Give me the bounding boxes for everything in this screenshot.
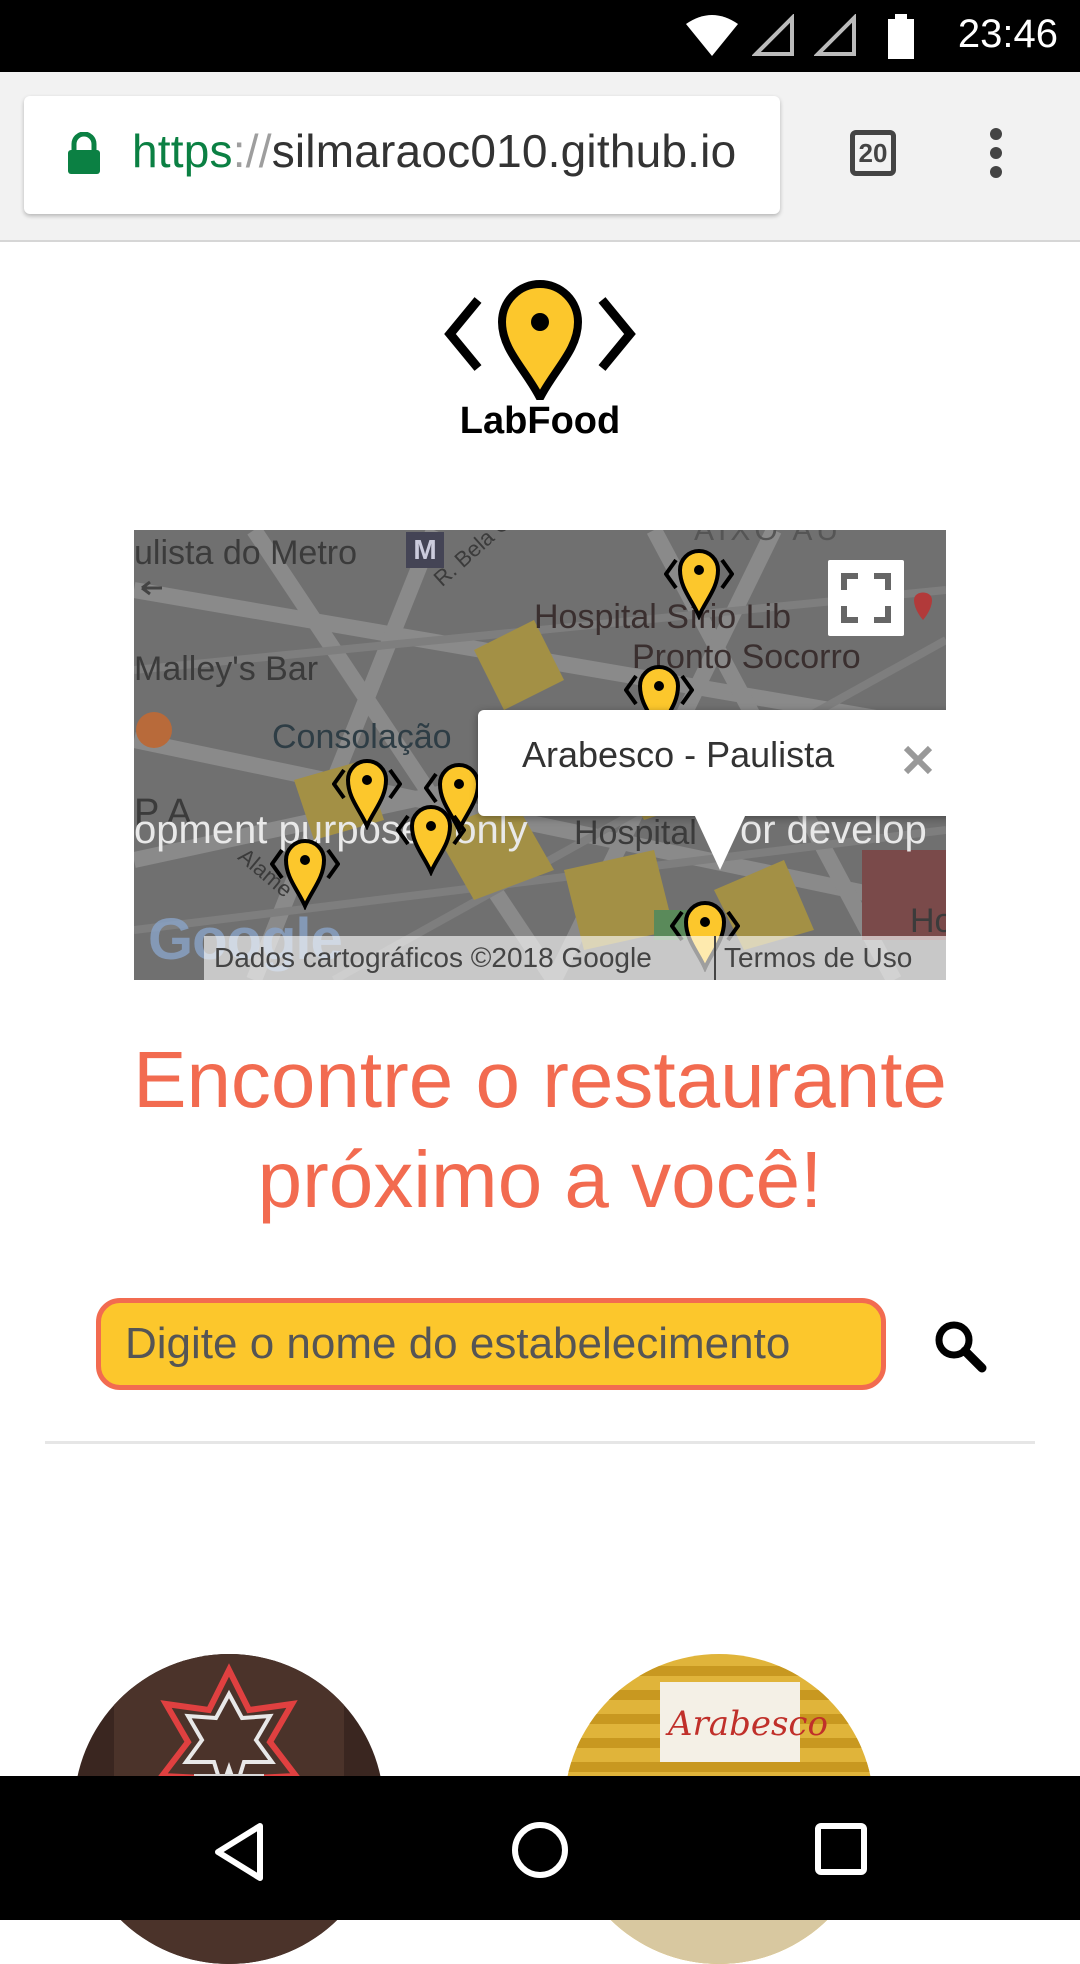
map-info-window: Arabesco - Paulista	[478, 710, 946, 870]
cell-signal-icon	[752, 14, 794, 56]
url-text: https://silmaraoc010.github.io	[132, 124, 736, 178]
clock: 23:46	[957, 12, 1058, 56]
map-pin-code-icon	[444, 280, 636, 407]
browser-toolbar: https://silmaraoc010.github.io 20	[0, 72, 1080, 242]
map-label: ulista do Metro	[134, 534, 357, 572]
lock-icon	[68, 132, 100, 174]
restaurant-marker-pin[interactable]	[332, 740, 402, 830]
fullscreen-icon	[841, 573, 891, 623]
status-bar: 23:46	[0, 0, 1080, 72]
page-headline: Encontre o restaurante próximo a você!	[40, 1030, 1040, 1230]
terms-of-use-link[interactable]: Termos de Uso	[724, 942, 912, 974]
close-icon[interactable]	[898, 740, 938, 780]
url-scheme: https	[132, 125, 233, 177]
restaurant-logo-text: Arabesco	[668, 1704, 828, 1744]
home-icon[interactable]	[510, 1820, 570, 1880]
wifi-icon	[686, 15, 738, 56]
fullscreen-button[interactable]	[828, 560, 904, 636]
search-icon[interactable]	[930, 1316, 990, 1376]
divider	[45, 1441, 1035, 1444]
divider	[714, 936, 716, 980]
back-icon[interactable]	[212, 1822, 268, 1882]
recents-icon[interactable]	[814, 1822, 868, 1876]
map-data-credit[interactable]: Dados cartográficos ©2018 Google	[214, 942, 652, 974]
overflow-menu-icon[interactable]	[984, 128, 1008, 188]
logo-text: LabFood	[459, 400, 621, 442]
map-label: Hospital	[574, 814, 697, 852]
url-separator: ://	[232, 125, 272, 177]
restaurant-marker-pin[interactable]	[664, 530, 734, 620]
map-label: Hospital Sírio Lib	[534, 598, 792, 636]
restaurant-marker-pin[interactable]	[396, 786, 466, 876]
map[interactable]: ulista do Metro M R. Bela Cin AIXO AU Ho…	[134, 530, 946, 980]
search-input[interactable]	[96, 1298, 886, 1390]
tab-switcher-button[interactable]: 20	[850, 130, 896, 176]
map-label: Malley's Bar	[134, 650, 319, 688]
battery-icon	[888, 14, 914, 59]
headline-line: próximo a você!	[257, 1135, 823, 1224]
system-navigation-bar	[0, 1776, 1080, 1920]
info-window-pointer	[694, 814, 746, 870]
info-window-title: Arabesco - Paulista	[522, 734, 835, 775]
labfood-logo: LabFood	[440, 270, 640, 450]
address-bar[interactable]: https://silmaraoc010.github.io	[24, 96, 780, 214]
restaurant-marker-pin[interactable]	[270, 820, 340, 910]
url-host: silmaraoc010.github.io	[271, 125, 737, 177]
map-attribution: Dados cartográficos ©2018 Google Termos …	[204, 936, 946, 980]
headline-line: Encontre o restaurante	[133, 1035, 947, 1124]
cell-signal-icon	[814, 14, 856, 56]
